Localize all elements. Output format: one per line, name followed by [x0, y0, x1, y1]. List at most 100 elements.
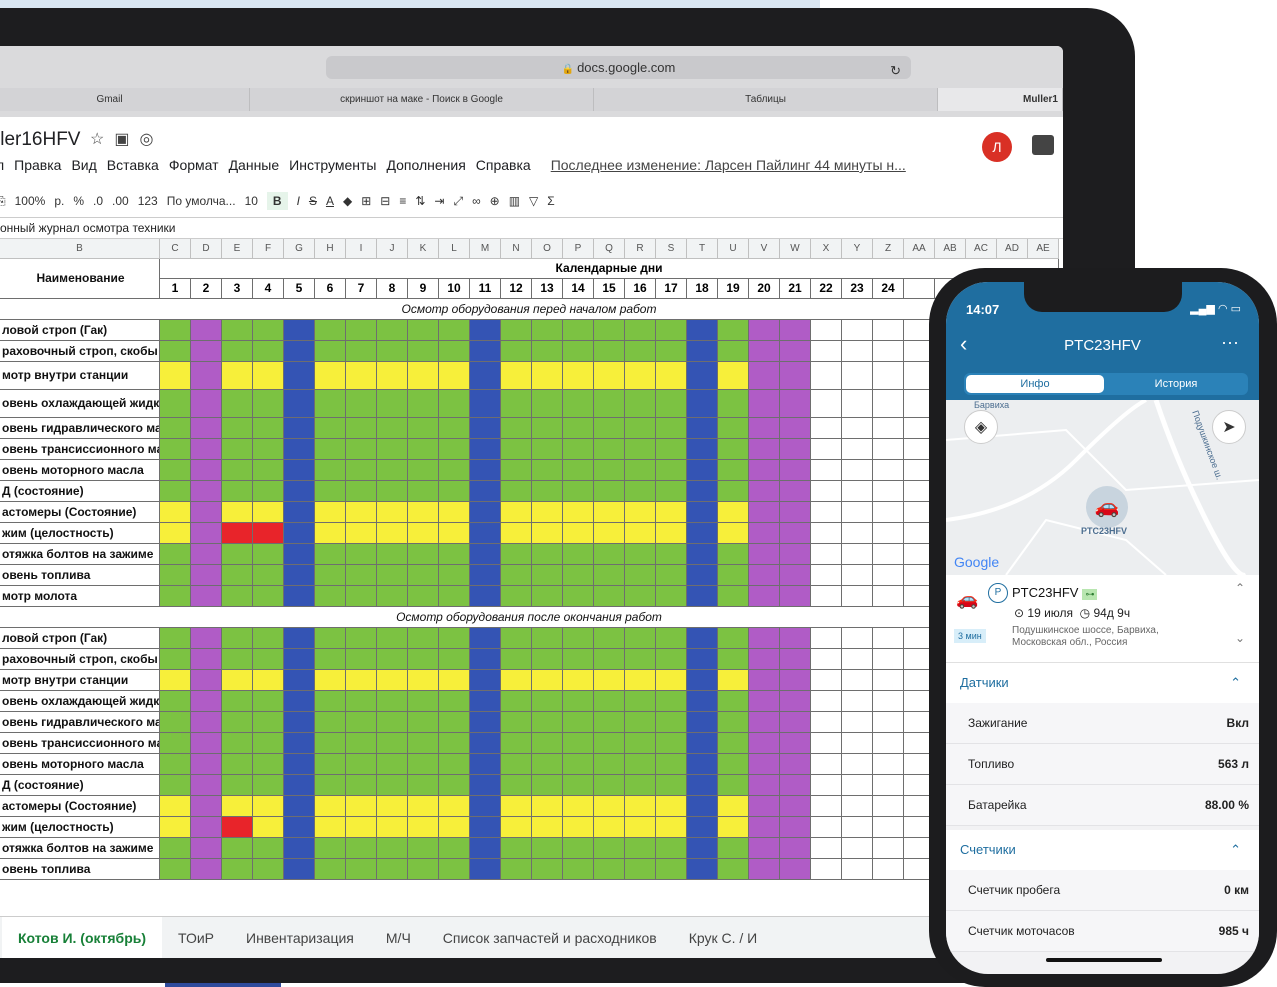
day-cell[interactable]: [160, 796, 191, 817]
day-cell[interactable]: [687, 754, 718, 775]
avatar[interactable]: Л: [982, 132, 1012, 162]
day-cell[interactable]: [408, 481, 439, 502]
day-cell[interactable]: [780, 502, 811, 523]
day-cell[interactable]: [284, 754, 315, 775]
day-cell[interactable]: [346, 649, 377, 670]
day-cell[interactable]: [160, 439, 191, 460]
day-cell[interactable]: [191, 628, 222, 649]
day-cell[interactable]: [873, 418, 904, 439]
day-cell[interactable]: [594, 320, 625, 341]
address-bar[interactable]: 🔒 docs.google.com ↻: [326, 56, 911, 79]
day-cell[interactable]: [408, 691, 439, 712]
day-cell[interactable]: [656, 544, 687, 565]
day-cell[interactable]: [160, 341, 191, 362]
day-cell[interactable]: [718, 362, 749, 390]
day-cell[interactable]: [842, 481, 873, 502]
day-cell[interactable]: [315, 838, 346, 859]
borders-icon[interactable]: ⊞: [361, 194, 371, 208]
column-header[interactable]: R: [625, 239, 656, 259]
day-cell[interactable]: [594, 390, 625, 418]
day-cell[interactable]: [408, 439, 439, 460]
day-cell[interactable]: [563, 586, 594, 607]
day-cell[interactable]: [408, 712, 439, 733]
day-cell[interactable]: [501, 796, 532, 817]
day-cell[interactable]: [656, 341, 687, 362]
day-number-cell[interactable]: 15: [594, 279, 625, 299]
day-cell[interactable]: [160, 775, 191, 796]
day-cell[interactable]: [687, 502, 718, 523]
day-cell[interactable]: [253, 390, 284, 418]
day-cell[interactable]: [532, 649, 563, 670]
day-cell[interactable]: [594, 733, 625, 754]
day-cell[interactable]: [191, 859, 222, 880]
day-cell[interactable]: [656, 817, 687, 838]
day-cell[interactable]: [501, 838, 532, 859]
day-cell[interactable]: [625, 670, 656, 691]
day-cell[interactable]: [563, 565, 594, 586]
day-cell[interactable]: [563, 859, 594, 880]
day-cell[interactable]: [625, 754, 656, 775]
day-cell[interactable]: [346, 775, 377, 796]
font-select[interactable]: По умолча...: [167, 194, 236, 208]
day-cell[interactable]: [253, 670, 284, 691]
row-label[interactable]: овень охлаждающей жидкости: [0, 691, 160, 712]
day-cell[interactable]: [222, 754, 253, 775]
rotate-icon[interactable]: ⤢: [453, 194, 463, 209]
day-cell[interactable]: [470, 733, 501, 754]
day-cell[interactable]: [253, 796, 284, 817]
day-cell[interactable]: [439, 544, 470, 565]
day-cell[interactable]: [532, 502, 563, 523]
day-cell[interactable]: [718, 754, 749, 775]
day-cell[interactable]: [284, 460, 315, 481]
day-cell[interactable]: [377, 775, 408, 796]
day-cell[interactable]: [811, 565, 842, 586]
link-icon[interactable]: ∞: [472, 194, 481, 208]
text-color-button[interactable]: A: [326, 194, 334, 208]
day-cell[interactable]: [439, 649, 470, 670]
row-label[interactable]: мотр внутри станции: [0, 362, 160, 390]
day-cell[interactable]: [532, 691, 563, 712]
day-cell[interactable]: [191, 775, 222, 796]
day-cell[interactable]: [687, 586, 718, 607]
day-cell[interactable]: [687, 418, 718, 439]
day-cell[interactable]: [284, 481, 315, 502]
day-cell[interactable]: [439, 418, 470, 439]
segment-info[interactable]: Инфо: [966, 375, 1104, 393]
day-cell[interactable]: [470, 859, 501, 880]
day-cell[interactable]: [439, 628, 470, 649]
column-header[interactable]: AD: [997, 239, 1028, 259]
day-cell[interactable]: [718, 502, 749, 523]
day-cell[interactable]: [160, 586, 191, 607]
day-cell[interactable]: [811, 544, 842, 565]
day-cell[interactable]: [749, 565, 780, 586]
day-cell[interactable]: [501, 628, 532, 649]
day-cell[interactable]: [501, 670, 532, 691]
day-cell[interactable]: [811, 817, 842, 838]
day-cell[interactable]: [470, 390, 501, 418]
day-cell[interactable]: [501, 320, 532, 341]
day-cell[interactable]: [873, 859, 904, 880]
day-cell[interactable]: [470, 320, 501, 341]
day-cell[interactable]: [811, 320, 842, 341]
day-cell[interactable]: [315, 565, 346, 586]
day-cell[interactable]: [873, 320, 904, 341]
day-cell[interactable]: [656, 796, 687, 817]
day-number-cell[interactable]: 19: [718, 279, 749, 299]
day-cell[interactable]: [284, 565, 315, 586]
day-cell[interactable]: [315, 439, 346, 460]
day-cell[interactable]: [842, 796, 873, 817]
day-cell[interactable]: [284, 628, 315, 649]
segment-history[interactable]: История: [1106, 375, 1246, 393]
day-cell[interactable]: [532, 586, 563, 607]
day-cell[interactable]: [191, 544, 222, 565]
day-cell[interactable]: [346, 754, 377, 775]
day-cell[interactable]: [439, 796, 470, 817]
day-cell[interactable]: [315, 523, 346, 544]
day-number-cell[interactable]: 20: [749, 279, 780, 299]
day-cell[interactable]: [625, 418, 656, 439]
row-label[interactable]: овень топлива: [0, 565, 160, 586]
day-cell[interactable]: [563, 712, 594, 733]
day-cell[interactable]: [160, 320, 191, 341]
day-cell[interactable]: [439, 586, 470, 607]
day-cell[interactable]: [625, 341, 656, 362]
